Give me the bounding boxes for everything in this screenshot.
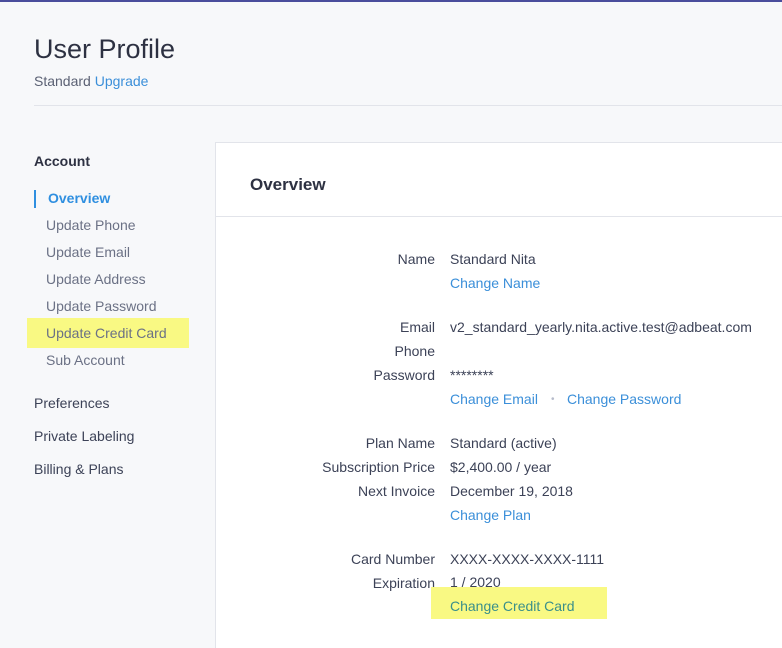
sidebar-section-billing-plans[interactable]: Billing & Plans: [34, 461, 124, 477]
sidebar-item-update-credit-card[interactable]: Update Credit Card: [46, 325, 167, 341]
password-value: ********: [450, 367, 494, 383]
link-separator: •: [551, 394, 555, 405]
next-invoice-value: December 19, 2018: [450, 483, 573, 499]
plan-name-value: Standard (active): [450, 435, 557, 451]
name-label: Name: [397, 251, 435, 267]
phone-label: Phone: [394, 343, 435, 359]
subscription-price-label: Subscription Price: [322, 459, 435, 475]
sidebar-item-overview[interactable]: Overview: [48, 190, 110, 206]
email-value: v2_standard_yearly.nita.active.test@adbe…: [450, 319, 752, 335]
sidebar-section-preferences[interactable]: Preferences: [34, 395, 109, 411]
top-accent-line: [0, 0, 782, 2]
change-email-link[interactable]: Change Email: [450, 391, 538, 407]
expiration-label: Expiration: [372, 575, 435, 591]
overview-panel: Overview Name Standard Nita Change Name …: [215, 142, 782, 648]
upgrade-link[interactable]: Upgrade: [95, 73, 149, 89]
expiration-value: 1 / 2020: [450, 574, 501, 590]
panel-divider: [216, 216, 782, 217]
name-value: Standard Nita: [450, 251, 536, 267]
sidebar-heading-account: Account: [34, 153, 90, 169]
change-password-link[interactable]: Change Password: [567, 391, 681, 407]
sidebar-item-sub-account[interactable]: Sub Account: [46, 352, 125, 368]
sidebar-item-update-email[interactable]: Update Email: [46, 244, 130, 260]
page-title: User Profile: [34, 34, 176, 64]
plan-subtitle: Standard Upgrade: [34, 73, 148, 89]
card-number-value: XXXX-XXXX-XXXX-1111: [450, 551, 605, 567]
subscription-price-value: $2,400.00 / year: [450, 459, 552, 475]
email-label: Email: [399, 319, 435, 335]
sidebar-item-update-password[interactable]: Update Password: [46, 298, 157, 314]
sidebar-item-update-phone[interactable]: Update Phone: [46, 217, 136, 233]
sidebar-item-update-address[interactable]: Update Address: [46, 271, 146, 287]
panel-title: Overview: [250, 175, 326, 194]
change-credit-card-link[interactable]: Change Credit Card: [450, 598, 575, 614]
change-name-link[interactable]: Change Name: [450, 275, 540, 291]
header-divider: [34, 105, 782, 106]
active-indicator: [34, 190, 36, 208]
card-number-label: Card Number: [350, 551, 435, 567]
sidebar-section-private-labeling[interactable]: Private Labeling: [34, 428, 134, 444]
plan-name: Standard: [34, 73, 91, 89]
next-invoice-label: Next Invoice: [357, 483, 435, 499]
password-label: Password: [373, 367, 435, 383]
change-plan-link[interactable]: Change Plan: [450, 507, 531, 523]
plan-name-label: Plan Name: [365, 435, 435, 451]
